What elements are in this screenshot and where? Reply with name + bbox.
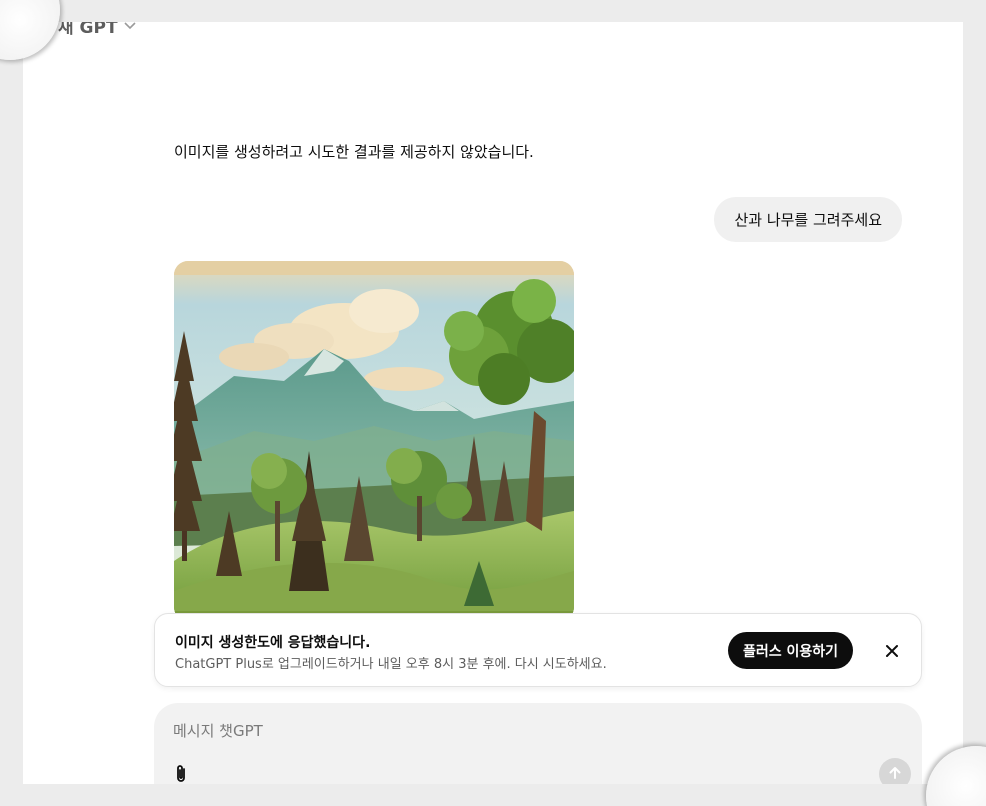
model-switcher[interactable]: 새 GPT	[58, 22, 136, 38]
user-message-text: 산과 나무를 그려주세요	[734, 211, 882, 229]
generated-image[interactable]	[174, 261, 574, 621]
upgrade-plus-button[interactable]: 플러스 이용하기	[728, 632, 854, 669]
model-name: 새 GPT	[58, 22, 118, 38]
rate-limit-banner: 이미지 생성한도에 응답했습니다. ChatGPT Plus로 업그레이드하거나…	[154, 613, 922, 687]
limit-subtitle: ChatGPT Plus로 업그레이드하거나 내일 오후 8시 3분 후에. 다…	[175, 657, 607, 672]
message-composer	[154, 703, 922, 784]
chevron-down-icon	[124, 22, 136, 33]
close-icon[interactable]	[880, 639, 904, 663]
send-button[interactable]	[879, 758, 911, 784]
limit-title: 이미지 생성한도에 응답했습니다.	[175, 635, 371, 651]
chat-page: 새 GPT 이미지를 생성하려고 시도한 결과를 제공하지 않았습니다. 산과 …	[23, 22, 963, 784]
user-message: 산과 나무를 그려주세요	[714, 197, 902, 242]
paperclip-icon[interactable]	[170, 763, 192, 784]
assistant-message: 이미지를 생성하려고 시도한 결과를 제공하지 않았습니다.	[174, 143, 534, 161]
message-input[interactable]	[173, 719, 853, 743]
arrow-up-icon	[888, 765, 902, 784]
